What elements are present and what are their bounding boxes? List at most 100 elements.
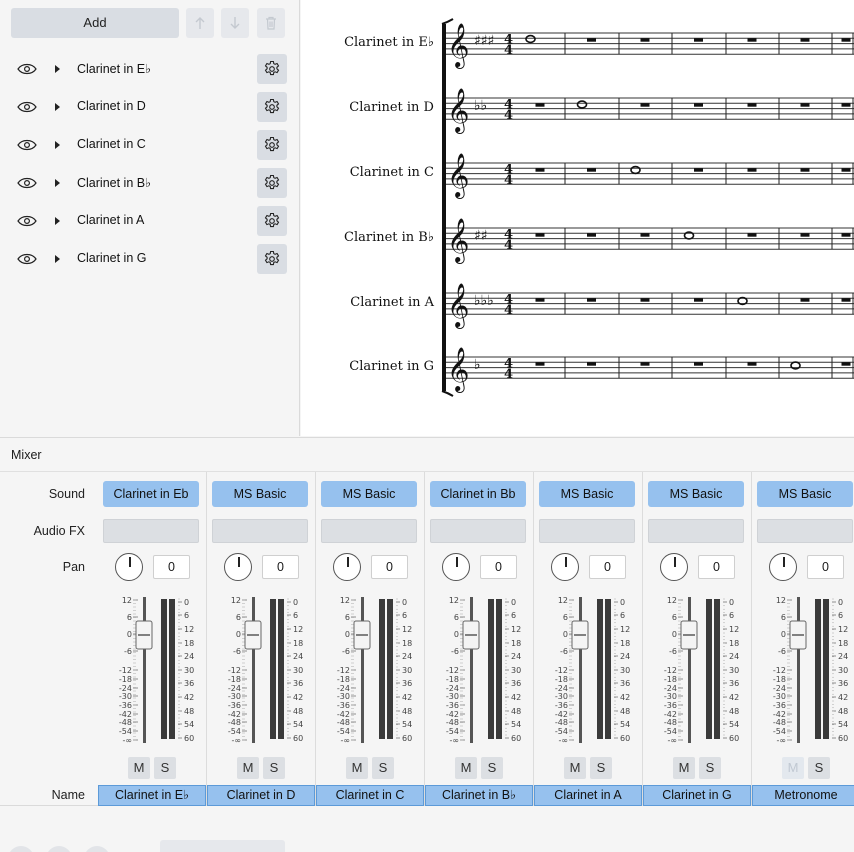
expand-arrow-icon[interactable] xyxy=(55,179,60,187)
instrument-row[interactable]: Clarinet in G xyxy=(0,240,300,278)
instrument-row[interactable]: Clarinet in C xyxy=(0,126,300,164)
bottom-button[interactable] xyxy=(84,846,110,852)
move-up-button[interactable] xyxy=(186,8,214,38)
move-down-button[interactable] xyxy=(221,8,249,38)
score-view[interactable]: 𝄞 ♯♯♯ 4 4 𝄞 ♭♭ 4 4 𝄞 4 4 𝄞 ♯♯ 4 4 𝄞 ♭♭♭ 4 4 𝄞 ♭ 4 4 Clarinet i… xyxy=(301,0,854,436)
pan-knob[interactable] xyxy=(551,553,579,581)
mute-button[interactable]: M xyxy=(346,757,368,779)
pan-value-field[interactable]: 0 xyxy=(807,555,844,579)
whole-rest xyxy=(747,38,757,42)
expand-arrow-icon[interactable] xyxy=(55,141,60,149)
visibility-eye-icon[interactable] xyxy=(17,139,37,151)
mute-button[interactable]: M xyxy=(782,757,804,779)
fader-scale-label: 6 xyxy=(781,613,786,622)
pan-knob[interactable] xyxy=(333,553,361,581)
audio-fx-slot[interactable] xyxy=(539,519,635,543)
expand-arrow-icon[interactable] xyxy=(55,217,60,225)
pan-value-field[interactable]: 0 xyxy=(698,555,735,579)
pan-knob[interactable] xyxy=(442,553,470,581)
bottom-field[interactable] xyxy=(160,840,285,852)
pan-value-field[interactable]: 0 xyxy=(589,555,626,579)
pan-knob[interactable] xyxy=(660,553,688,581)
volume-fader-handle[interactable] xyxy=(680,620,698,650)
volume-fader-handle[interactable] xyxy=(571,620,589,650)
expand-arrow-icon[interactable] xyxy=(55,65,60,73)
solo-button[interactable]: S xyxy=(699,757,721,779)
volume-fader-handle[interactable] xyxy=(353,620,371,650)
mute-button[interactable]: M xyxy=(128,757,150,779)
mute-button[interactable]: M xyxy=(237,757,259,779)
staff-label: Clarinet in D xyxy=(349,100,434,115)
volume-fader-handle[interactable] xyxy=(244,620,262,650)
time-signature: 4 xyxy=(504,43,513,58)
expand-arrow-icon[interactable] xyxy=(55,255,60,263)
bottom-button[interactable] xyxy=(46,846,72,852)
whole-rest xyxy=(841,168,851,172)
audio-fx-slot[interactable] xyxy=(757,519,853,543)
instrument-row[interactable]: Clarinet in B♭ xyxy=(0,164,300,202)
solo-button[interactable]: S xyxy=(481,757,503,779)
mute-button[interactable]: M xyxy=(673,757,695,779)
sound-select-button[interactable]: MS Basic xyxy=(321,481,417,507)
fader-scale-label: -48 xyxy=(337,718,350,727)
visibility-eye-icon[interactable] xyxy=(17,177,37,189)
sound-select-button[interactable]: Clarinet in Bb xyxy=(430,481,526,507)
fader-scale-label: -18 xyxy=(664,675,677,684)
add-instrument-button[interactable]: Add xyxy=(11,8,179,38)
instrument-settings-button[interactable] xyxy=(257,54,287,84)
fader-scale-label: 6 xyxy=(454,613,459,622)
solo-button[interactable]: S xyxy=(263,757,285,779)
visibility-eye-icon[interactable] xyxy=(17,63,37,75)
fader-scale-label: -6 xyxy=(233,647,241,656)
instrument-settings-button[interactable] xyxy=(257,206,287,236)
fader-scale-label: -48 xyxy=(664,718,677,727)
volume-fader-handle[interactable] xyxy=(135,620,153,650)
mute-button[interactable]: M xyxy=(455,757,477,779)
fader-scale-label: 0 xyxy=(781,630,786,639)
solo-button[interactable]: S xyxy=(808,757,830,779)
whole-rest xyxy=(587,38,596,42)
whole-rest xyxy=(535,103,545,107)
fader-track xyxy=(579,597,582,743)
audio-fx-slot[interactable] xyxy=(430,519,526,543)
audio-fx-slot[interactable] xyxy=(321,519,417,543)
visibility-eye-icon[interactable] xyxy=(17,101,37,113)
pan-knob[interactable] xyxy=(115,553,143,581)
volume-fader-handle[interactable] xyxy=(789,620,807,650)
audio-fx-slot[interactable] xyxy=(103,519,199,543)
instrument-settings-button[interactable] xyxy=(257,92,287,122)
bottom-button[interactable] xyxy=(8,846,34,852)
pan-knob[interactable] xyxy=(224,553,252,581)
pan-value-field[interactable]: 0 xyxy=(480,555,517,579)
sound-select-button[interactable]: MS Basic xyxy=(212,481,308,507)
instrument-row[interactable]: Clarinet in E♭ xyxy=(0,50,300,88)
solo-button[interactable]: S xyxy=(372,757,394,779)
delete-button[interactable] xyxy=(257,8,285,38)
treble-clef: 𝄞 xyxy=(447,23,469,69)
pan-value-field[interactable]: 0 xyxy=(262,555,299,579)
instrument-settings-button[interactable] xyxy=(257,168,287,198)
treble-clef: 𝄞 xyxy=(447,88,469,134)
sound-select-button[interactable]: MS Basic xyxy=(757,481,853,507)
visibility-eye-icon[interactable] xyxy=(17,253,37,265)
pan-value-field[interactable]: 0 xyxy=(153,555,190,579)
expand-arrow-icon[interactable] xyxy=(55,103,60,111)
instrument-row[interactable]: Clarinet in D xyxy=(0,88,300,126)
instrument-settings-button[interactable] xyxy=(257,130,287,160)
solo-button[interactable]: S xyxy=(590,757,612,779)
instrument-settings-button[interactable] xyxy=(257,244,287,274)
mute-button[interactable]: M xyxy=(564,757,586,779)
sound-select-button[interactable]: MS Basic xyxy=(648,481,744,507)
audio-fx-slot[interactable] xyxy=(212,519,308,543)
fader-scale-label: -∞ xyxy=(558,736,568,744)
sound-select-button[interactable]: MS Basic xyxy=(539,481,635,507)
visibility-eye-icon[interactable] xyxy=(17,215,37,227)
meter-scale-label: 0 xyxy=(184,598,189,607)
sound-select-button[interactable]: Clarinet in Eb xyxy=(103,481,199,507)
instrument-row[interactable]: Clarinet in A xyxy=(0,202,300,240)
solo-button[interactable]: S xyxy=(154,757,176,779)
audio-fx-slot[interactable] xyxy=(648,519,744,543)
pan-value-field[interactable]: 0 xyxy=(371,555,408,579)
pan-knob[interactable] xyxy=(769,553,797,581)
volume-fader-handle[interactable] xyxy=(462,620,480,650)
